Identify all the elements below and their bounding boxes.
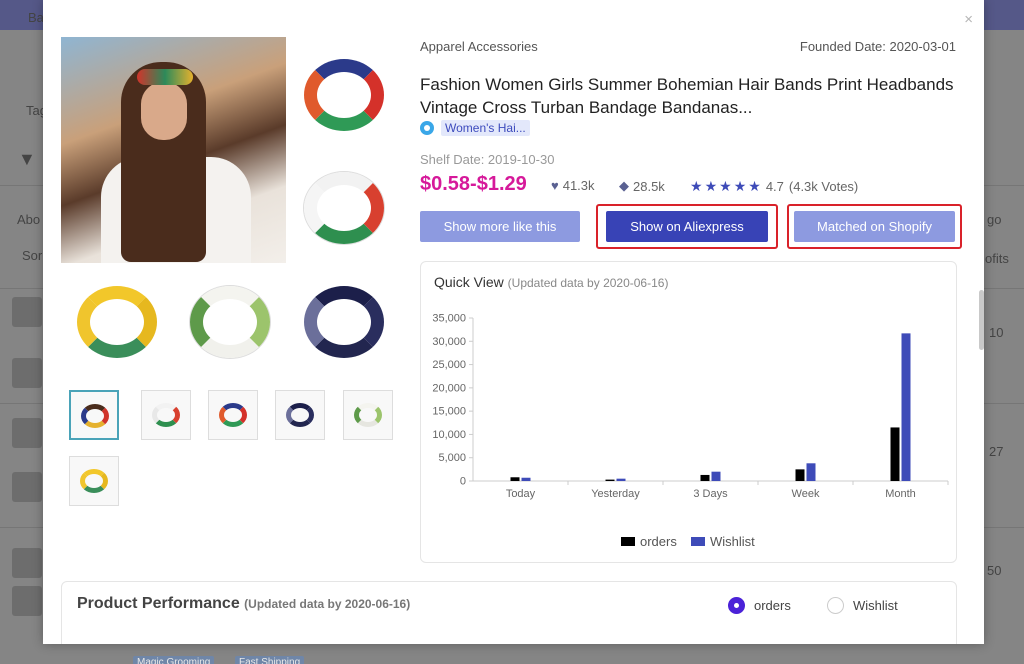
product-category: Apparel Accessories bbox=[420, 39, 538, 54]
radio-dot bbox=[827, 597, 844, 614]
radio-label: orders bbox=[754, 598, 791, 613]
y-tick-label: 15,000 bbox=[432, 406, 466, 418]
background-value: 50 bbox=[987, 563, 1002, 578]
x-tick-label: Today bbox=[506, 488, 536, 500]
y-tick-label: 30,000 bbox=[432, 336, 466, 348]
product-detail-modal: × Apparel Accessories Founded Date: 2020… bbox=[43, 0, 984, 644]
rating-value: 4.7 bbox=[765, 179, 784, 194]
thumbnail[interactable] bbox=[69, 456, 119, 506]
likes-stat: ♥ 41.3k bbox=[551, 178, 595, 193]
background-label: Ba bbox=[28, 10, 44, 25]
y-tick-label: 20,000 bbox=[432, 382, 466, 394]
background-label: ofits bbox=[985, 251, 1009, 266]
radio-label: Wishlist bbox=[853, 598, 898, 613]
product-performance-title: Product Performance (Updated data by 202… bbox=[77, 595, 410, 613]
filter-icon: ▼ bbox=[18, 149, 36, 169]
bar-orders bbox=[605, 479, 615, 481]
legend-label: Wishlist bbox=[710, 534, 755, 549]
background-thumbnail bbox=[12, 548, 42, 578]
likes-count: 41.3k bbox=[562, 178, 595, 193]
star-half-icon: ★ bbox=[748, 178, 761, 194]
shelf-date: Shelf Date: 2019-10-30 bbox=[420, 152, 555, 167]
rating: ★ ★ ★ ★ ★ 4.7 (4.3k Votes) bbox=[690, 178, 858, 195]
category-tag[interactable]: Women's Hai... bbox=[441, 120, 530, 136]
product-title: Fashion Women Girls Summer Bohemian Hair… bbox=[420, 75, 954, 117]
category-tag-row: Women's Hai... bbox=[420, 120, 530, 136]
star-icon: ★ bbox=[719, 178, 732, 194]
quick-view-panel: Quick View (Updated data by 2020-06-16) … bbox=[420, 261, 957, 563]
y-tick-label: 25,000 bbox=[432, 359, 466, 371]
matched-on-shopify-button[interactable]: Matched on Shopify bbox=[794, 211, 955, 242]
background-value: 27 bbox=[989, 444, 1004, 459]
rating-votes: (4.3k Votes) bbox=[788, 179, 859, 194]
y-tick-label: 5,000 bbox=[438, 452, 466, 464]
background-badge: Fast Shipping bbox=[235, 656, 305, 664]
background-thumbnail bbox=[12, 418, 42, 448]
bar-orders bbox=[890, 427, 900, 481]
thumbnail[interactable] bbox=[208, 390, 258, 440]
bar-orders bbox=[795, 469, 805, 481]
bar-wishlist bbox=[711, 471, 721, 481]
legend-label: orders bbox=[640, 534, 677, 549]
background-thumbnail bbox=[12, 472, 42, 502]
close-icon[interactable]: × bbox=[964, 12, 973, 27]
background-label: Sor bbox=[22, 248, 43, 263]
show-on-aliexpress-button[interactable]: Show on Aliexpress bbox=[606, 211, 768, 242]
bar-orders bbox=[510, 477, 520, 481]
performance-updated: (Updated data by 2020-06-16) bbox=[244, 597, 411, 611]
bar-wishlist bbox=[901, 333, 911, 481]
product-main-image[interactable] bbox=[61, 37, 286, 263]
saves-count: 28.5k bbox=[633, 178, 665, 194]
gallery-image[interactable] bbox=[288, 264, 401, 377]
gallery-image[interactable] bbox=[288, 150, 401, 263]
y-tick-label: 35,000 bbox=[432, 313, 466, 325]
product-performance-panel: Product Performance (Updated data by 202… bbox=[61, 581, 957, 644]
saves-stat: ◆ 28.5k bbox=[619, 178, 665, 194]
legend-swatch bbox=[621, 537, 635, 546]
bar-orders bbox=[700, 474, 710, 481]
shop-icon bbox=[420, 121, 434, 135]
radio-wishlist[interactable]: Wishlist bbox=[827, 597, 898, 614]
y-tick-label: 10,000 bbox=[432, 429, 466, 441]
radio-dot bbox=[728, 597, 745, 614]
bar-wishlist bbox=[806, 463, 816, 481]
background-badge: Magic Grooming bbox=[133, 656, 215, 664]
tag-icon: ◆ bbox=[619, 178, 629, 193]
background-label: Abo bbox=[17, 212, 41, 227]
price: $0.58-$1.29 bbox=[420, 173, 527, 195]
x-tick-label: Month bbox=[885, 488, 916, 500]
quick-view-chart: 0 5,000 10,000 15,000 20,000 25,000 30,000 35,0… bbox=[432, 313, 949, 549]
radio-orders[interactable]: orders bbox=[728, 597, 791, 614]
gallery-image[interactable] bbox=[61, 264, 174, 377]
background-thumbnail bbox=[12, 358, 42, 388]
thumbnail[interactable] bbox=[343, 390, 393, 440]
star-icon: ★ bbox=[733, 178, 747, 194]
star-icon: ★ bbox=[704, 178, 718, 194]
x-tick-label: 3 Days bbox=[693, 488, 728, 500]
y-tick-label: 0 bbox=[460, 476, 466, 488]
x-tick-label: Yesterday bbox=[591, 488, 640, 500]
x-tick-label: Week bbox=[792, 488, 820, 500]
product-gallery bbox=[61, 37, 401, 377]
bar-wishlist bbox=[521, 477, 531, 481]
background-value: 10 bbox=[989, 325, 1004, 340]
thumbnail[interactable] bbox=[275, 390, 325, 440]
background-thumbnail bbox=[12, 586, 42, 616]
founded-date: Founded Date: 2020-03-01 bbox=[799, 39, 956, 54]
heart-icon: ♥ bbox=[551, 178, 559, 193]
thumbnail[interactable] bbox=[141, 390, 191, 440]
thumbnail[interactable] bbox=[69, 390, 119, 440]
scrollbar[interactable] bbox=[979, 290, 984, 350]
performance-heading: Product Performance bbox=[77, 595, 240, 612]
star-icon: ★ bbox=[690, 178, 703, 194]
show-more-like-this-button[interactable]: Show more like this bbox=[420, 211, 580, 242]
background-thumbnail bbox=[12, 297, 42, 327]
gallery-image[interactable] bbox=[288, 37, 401, 150]
bar-wishlist bbox=[616, 478, 626, 481]
background-label: go bbox=[987, 212, 1002, 227]
gallery-image[interactable] bbox=[174, 264, 287, 377]
legend-swatch bbox=[691, 537, 705, 546]
